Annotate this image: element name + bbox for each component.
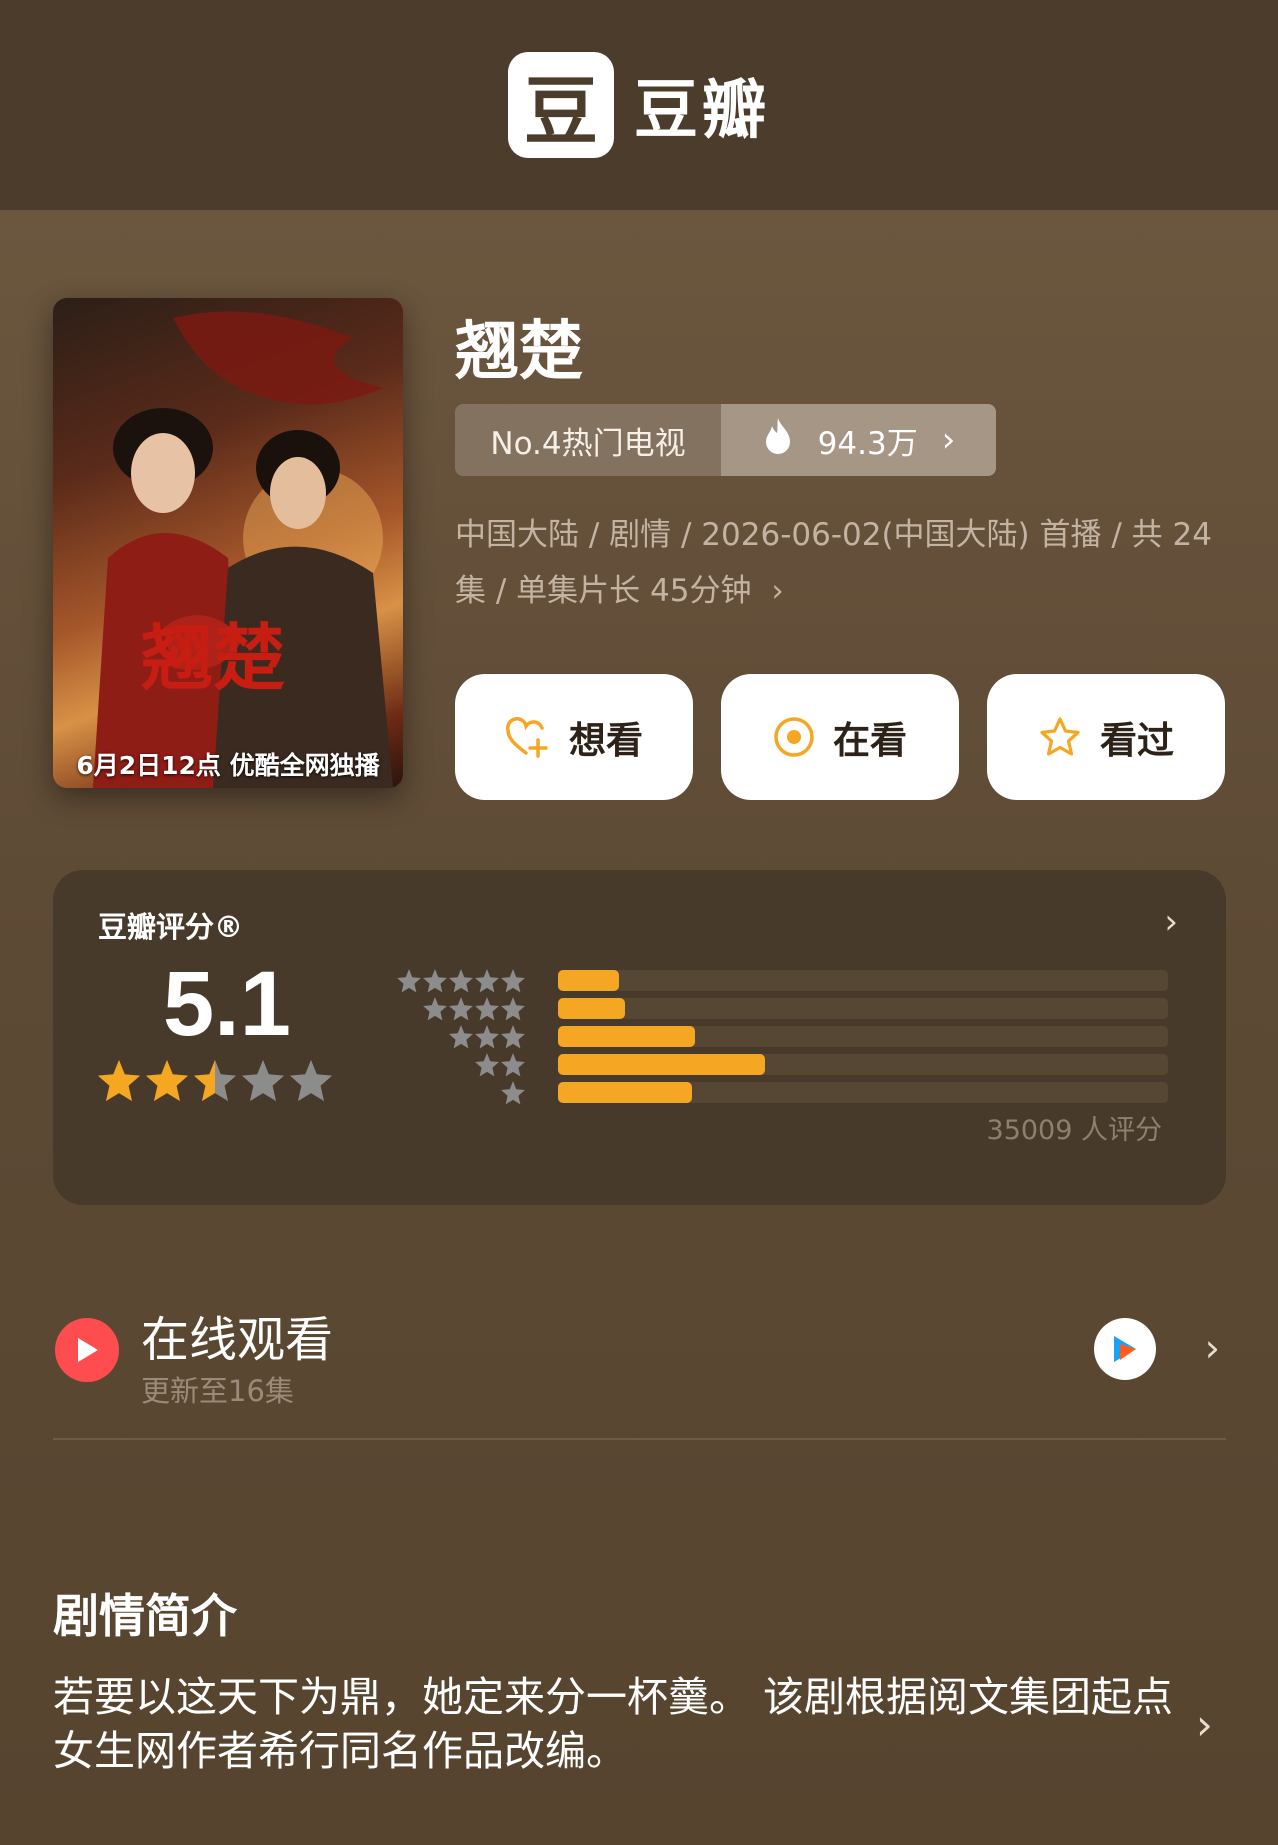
score-stars <box>96 1058 334 1104</box>
watch-title: 在线观看 <box>141 1312 334 1368</box>
star-icon <box>501 969 525 993</box>
distribution-star-labels <box>396 967 526 1107</box>
distribution-row-1-stars <box>396 1079 526 1107</box>
star-icon <box>423 969 447 993</box>
distribution-bar-2-stars <box>558 1054 766 1075</box>
distribution-bar-track <box>558 1054 1168 1075</box>
star-icon <box>241 1059 285 1102</box>
meta-text: 中国大陆 / 剧情 / 2026-06-02(中国大陆) 首播 / 共 24 集… <box>455 517 1212 609</box>
rating-label: 豆瓣评分® <box>98 910 244 944</box>
watch-subtitle: 更新至16集 <box>141 1374 294 1408</box>
show-meta[interactable]: 中国大陆 / 剧情 / 2026-06-02(中国大陆) 首播 / 共 24 集… <box>455 507 1235 619</box>
heat-indicator[interactable]: 94.3万 › <box>721 404 996 476</box>
watched-button[interactable]: 看过 <box>987 674 1225 800</box>
distribution-row-3-stars <box>396 1023 526 1051</box>
star-icon <box>449 969 473 993</box>
chevron-right-icon: › <box>1164 902 1178 942</box>
watching-label: 在看 <box>833 719 907 762</box>
distribution-bar-3-stars <box>558 1026 696 1047</box>
top-bar: 豆 豆瓣 <box>0 0 1278 210</box>
app-name: 豆瓣 <box>634 74 770 148</box>
watched-label: 看过 <box>1100 719 1174 762</box>
chevron-right-icon[interactable]: › <box>1196 1700 1213 1749</box>
distribution-bar-4-stars <box>558 998 626 1019</box>
distribution-row-4-stars <box>396 995 526 1023</box>
poster-image[interactable]: 翘楚 6月2日12点 优酷全网独播 <box>53 298 403 788</box>
heat-value: 94.3万 <box>817 425 918 462</box>
star-icon <box>475 997 499 1021</box>
star-icon <box>449 1025 473 1049</box>
rating-score: 5.1 <box>163 953 291 1055</box>
star-icon <box>145 1059 189 1102</box>
distribution-bar-track <box>558 1026 1168 1047</box>
watching-button[interactable]: 在看 <box>721 674 959 800</box>
chevron-right-icon: › <box>771 573 784 609</box>
star-icon <box>193 1059 237 1102</box>
want-label: 想看 <box>569 719 643 762</box>
chevron-right-icon: › <box>1204 1326 1220 1370</box>
rank-pill[interactable]: No.4热门电视 94.3万 › <box>455 404 996 476</box>
star-icon <box>449 997 473 1021</box>
play-icon <box>55 1318 119 1382</box>
divider <box>53 1438 1226 1440</box>
star-icon <box>423 997 447 1021</box>
star-icon <box>475 1053 499 1077</box>
svg-text:翘楚: 翘楚 <box>141 615 285 700</box>
distribution-row-5-stars <box>396 967 526 995</box>
douban-logo-icon: 豆 <box>508 52 614 158</box>
want-to-watch-button[interactable]: 想看 <box>455 674 693 800</box>
star-icon <box>501 997 525 1021</box>
heart-plus-icon <box>505 716 551 758</box>
rating-count: 35009 人评分 <box>986 1115 1162 1146</box>
show-title: 翘楚 <box>455 315 583 389</box>
distribution-bar-track <box>558 970 1168 991</box>
chevron-right-icon: › <box>941 420 956 460</box>
watch-online-row[interactable]: 在线观看 更新至16集 › <box>53 1290 1226 1420</box>
star-icon <box>475 1025 499 1049</box>
target-icon <box>773 716 815 758</box>
youku-icon[interactable] <box>1094 1318 1156 1380</box>
rank-label: No.4热门电视 <box>455 404 721 476</box>
synopsis-body: 若要以这天下为鼎，她定来分一杯羹。 该剧根据阅文集团起点女生网作者希行同名作品改… <box>53 1673 1174 1775</box>
star-outline-icon <box>1038 716 1082 758</box>
star-icon <box>289 1059 333 1102</box>
flame-icon <box>762 417 794 463</box>
star-icon <box>501 1053 525 1077</box>
poster-art: 翘楚 <box>93 311 393 788</box>
star-icon <box>475 969 499 993</box>
action-buttons: 想看 在看 看过 <box>455 674 1225 800</box>
poster-caption: 6月2日12点 优酷全网独播 <box>76 751 380 780</box>
star-icon <box>501 1025 525 1049</box>
star-icon <box>501 1081 525 1105</box>
distribution-bar-track <box>558 1082 1168 1103</box>
distribution-bar-track <box>558 998 1168 1019</box>
synopsis-title: 剧情简介 <box>53 1589 237 1643</box>
star-icon <box>397 969 421 993</box>
distribution-bar-1-stars <box>558 1082 693 1103</box>
star-icon <box>97 1059 141 1102</box>
rating-distribution-bars <box>558 970 1168 1110</box>
distribution-row-2-stars <box>396 1051 526 1079</box>
synopsis-text[interactable]: 若要以这天下为鼎，她定来分一杯羹。 该剧根据阅文集团起点女生网作者希行同名作品改… <box>53 1670 1203 1778</box>
rating-card[interactable]: 豆瓣评分® › 5.1 35009 人评分 <box>53 870 1226 1205</box>
distribution-bar-5-stars <box>558 970 619 991</box>
